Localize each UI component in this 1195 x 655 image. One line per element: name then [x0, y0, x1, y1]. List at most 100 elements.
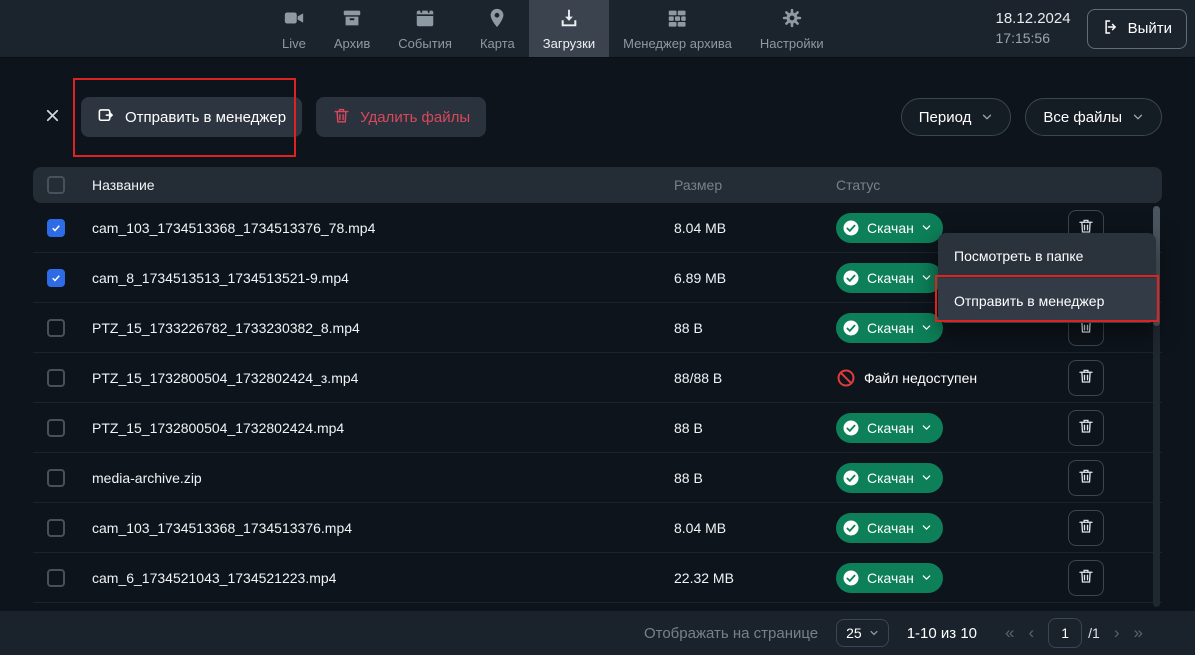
trash-icon	[332, 106, 351, 129]
chevron-down-icon	[981, 111, 993, 123]
period-filter-dropdown[interactable]: Период	[901, 98, 1012, 136]
file-size: 88 B	[674, 420, 836, 436]
row-checkbox[interactable]	[47, 369, 65, 387]
chevron-down-icon	[921, 222, 932, 233]
menu-item-send-to-manager[interactable]: Отправить в менеджер	[938, 278, 1156, 323]
file-name: media-archive.zip	[77, 470, 674, 486]
delete-file-button[interactable]	[1068, 360, 1104, 396]
chevron-down-icon	[921, 472, 932, 483]
delete-files-label: Удалить файлы	[360, 109, 470, 126]
trash-icon	[1077, 467, 1095, 488]
status-badge[interactable]: Скачан	[836, 413, 943, 443]
status-badge[interactable]: Скачан	[836, 463, 943, 493]
status-badge[interactable]: Скачан	[836, 513, 943, 543]
delete-files-button[interactable]: Удалить файлы	[316, 97, 486, 137]
table-header: Название Размер Статус	[33, 167, 1162, 203]
nav-item-label: Live	[282, 36, 306, 51]
file-name: PTZ_15_1733226782_1733230382_8.mp4	[77, 320, 674, 336]
pagination-bar: Отображать на странице 25 1-10 из 10 « ‹…	[0, 611, 1195, 655]
table-row: cam_6_1734521043_1734521223.mp4 22.32 MB…	[33, 553, 1162, 603]
blocked-icon	[836, 368, 856, 388]
file-name: PTZ_15_1732800504_1732802424.mp4	[77, 420, 674, 436]
status-label: Файл недоступен	[864, 370, 977, 386]
select-all-checkbox[interactable]	[47, 176, 65, 194]
pager-controls: « ‹ 1 /1 › »	[1005, 618, 1143, 648]
status-badge[interactable]: Скачан	[836, 213, 943, 243]
status-badge[interactable]: Скачан	[836, 313, 943, 343]
row-checkbox[interactable]	[47, 519, 65, 537]
period-label: Период	[919, 109, 972, 126]
chevron-down-icon	[921, 522, 932, 533]
delete-file-button[interactable]	[1068, 460, 1104, 496]
row-checkbox[interactable]	[47, 269, 65, 287]
last-page-icon[interactable]: »	[1134, 623, 1143, 643]
current-page[interactable]: 1	[1048, 618, 1082, 648]
table-row: PTZ_15_1732800504_1732802424_з.mp4 88/88…	[33, 353, 1162, 403]
row-checkbox[interactable]	[47, 319, 65, 337]
row-checkbox[interactable]	[47, 219, 65, 237]
events-icon	[414, 7, 436, 32]
nav-item-events[interactable]: События	[384, 0, 466, 57]
table-row: cam_103_1734513368_1734513376.mp4 8.04 M…	[33, 503, 1162, 553]
nav-item-archive-manager[interactable]: Менеджер архива	[609, 0, 746, 57]
nav-item-label: Настройки	[760, 36, 824, 51]
file-size: 8.04 MB	[674, 520, 836, 536]
check-circle-icon	[842, 319, 860, 337]
status-badge[interactable]: Скачан	[836, 263, 943, 293]
delete-file-button[interactable]	[1068, 510, 1104, 546]
nav-item-label: Архив	[334, 36, 370, 51]
nav-item-downloads[interactable]: Загрузки	[529, 0, 609, 57]
total-pages: /1	[1088, 625, 1100, 641]
chevron-down-icon	[1132, 111, 1144, 123]
check-circle-icon	[842, 219, 860, 237]
video-camera-icon	[283, 7, 305, 32]
clear-selection-button[interactable]	[33, 98, 71, 136]
nav-items: Live Архив События Карта Загрузки Менедж…	[268, 0, 838, 57]
first-page-icon[interactable]: «	[1005, 623, 1014, 643]
delete-file-button[interactable]	[1068, 410, 1104, 446]
check-circle-icon	[842, 269, 860, 287]
file-name: cam_6_1734521043_1734521223.mp4	[77, 570, 674, 586]
status-label: Скачан	[867, 270, 914, 286]
check-circle-icon	[842, 519, 860, 537]
page-range: 1-10 из 10	[907, 625, 977, 642]
table-row: PTZ_15_1732800504_1732802424.mp4 88 B Ск…	[33, 403, 1162, 453]
status-label: Скачан	[867, 420, 914, 436]
row-checkbox[interactable]	[47, 419, 65, 437]
status-badge[interactable]: Скачан	[836, 563, 943, 593]
file-type-filter-dropdown[interactable]: Все файлы	[1025, 98, 1162, 136]
logout-label: Выйти	[1128, 20, 1172, 37]
date-text: 18.12.2024	[996, 8, 1071, 29]
check-circle-icon	[842, 419, 860, 437]
menu-item-view-in-folder[interactable]: Посмотреть в папке	[938, 233, 1156, 278]
row-checkbox[interactable]	[47, 469, 65, 487]
navbar-right: 18.12.2024 17:15:56 Выйти	[996, 0, 1195, 57]
filters: Период Все файлы	[901, 98, 1162, 136]
file-name: cam_8_1734513513_1734513521-9.mp4	[77, 270, 674, 286]
time-text: 17:15:56	[996, 29, 1071, 49]
close-icon	[43, 106, 62, 128]
next-page-icon[interactable]: ›	[1114, 623, 1120, 643]
delete-file-button[interactable]	[1068, 560, 1104, 596]
row-checkbox[interactable]	[47, 569, 65, 587]
file-type-label: Все файлы	[1043, 109, 1122, 126]
check-circle-icon	[842, 469, 860, 487]
nav-item-live[interactable]: Live	[268, 0, 320, 57]
status-label: Скачан	[867, 570, 914, 586]
chevron-down-icon	[921, 322, 932, 333]
trash-icon	[1077, 367, 1095, 388]
archive-icon	[341, 7, 363, 32]
trash-icon	[1077, 417, 1095, 438]
prev-page-icon[interactable]: ‹	[1029, 623, 1035, 643]
nav-item-archive[interactable]: Архив	[320, 0, 384, 57]
logout-button[interactable]: Выйти	[1087, 9, 1187, 49]
nav-item-settings[interactable]: Настройки	[746, 0, 838, 57]
per-page-dropdown[interactable]: 25	[836, 619, 889, 647]
chevron-down-icon	[869, 625, 879, 641]
status-label: Скачан	[867, 520, 914, 536]
send-to-manager-button[interactable]: Отправить в менеджер	[81, 97, 302, 137]
nav-item-map[interactable]: Карта	[466, 0, 529, 57]
nav-item-label: Карта	[480, 36, 515, 51]
file-size: 8.04 MB	[674, 220, 836, 236]
chevron-down-icon	[921, 422, 932, 433]
